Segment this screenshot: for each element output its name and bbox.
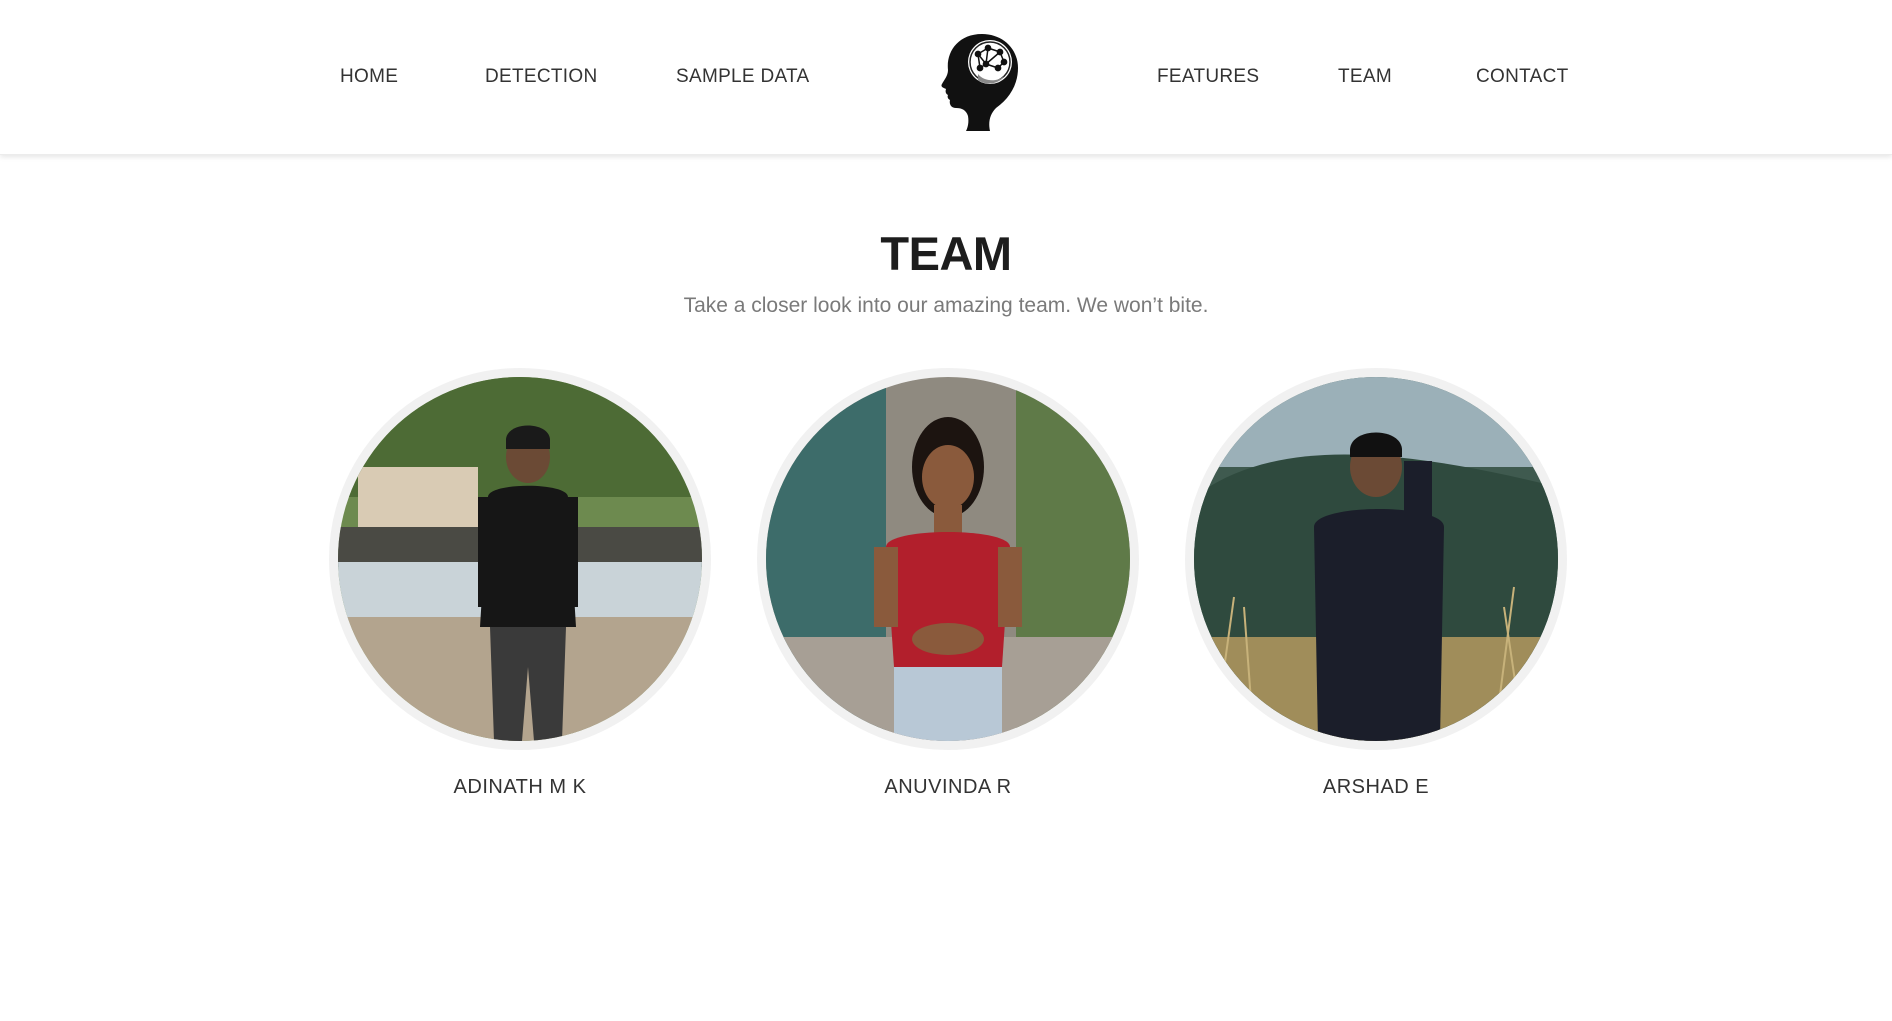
member-name: ANUVINDA R xyxy=(884,776,1012,798)
nav-contact-link[interactable]: CONTACT xyxy=(1476,66,1569,88)
nav-sample-data-link[interactable]: SAMPLE DATA xyxy=(676,66,810,88)
member-photo xyxy=(1185,368,1567,750)
member-name: ADINATH M K xyxy=(453,776,587,798)
brain-head-logo-icon[interactable] xyxy=(938,30,1024,132)
avatar-photo xyxy=(766,377,1130,741)
nav-team-link[interactable]: TEAM xyxy=(1338,66,1392,88)
team-member-card: ANUVINDA R xyxy=(756,368,1140,799)
nav-detection-link[interactable]: DETECTION xyxy=(485,66,597,88)
team-member-card: ADINATH M K xyxy=(328,368,712,799)
top-navbar: HOME DETECTION SAMPLE DATA FEATURES TEAM… xyxy=(0,0,1892,155)
member-photo xyxy=(757,368,1139,750)
avatar-photo xyxy=(1194,377,1558,741)
avatar-photo xyxy=(338,377,702,741)
nav-home-link[interactable]: HOME xyxy=(340,66,398,88)
member-name: ARSHAD E xyxy=(1322,776,1430,798)
member-photo xyxy=(329,368,711,750)
team-section-title: TEAM xyxy=(880,227,1012,280)
team-member-card: ARSHAD E xyxy=(1184,368,1568,799)
nav-features-link[interactable]: FEATURES xyxy=(1157,66,1259,88)
team-section-subtitle: Take a closer look into our amazing team… xyxy=(683,294,1209,317)
